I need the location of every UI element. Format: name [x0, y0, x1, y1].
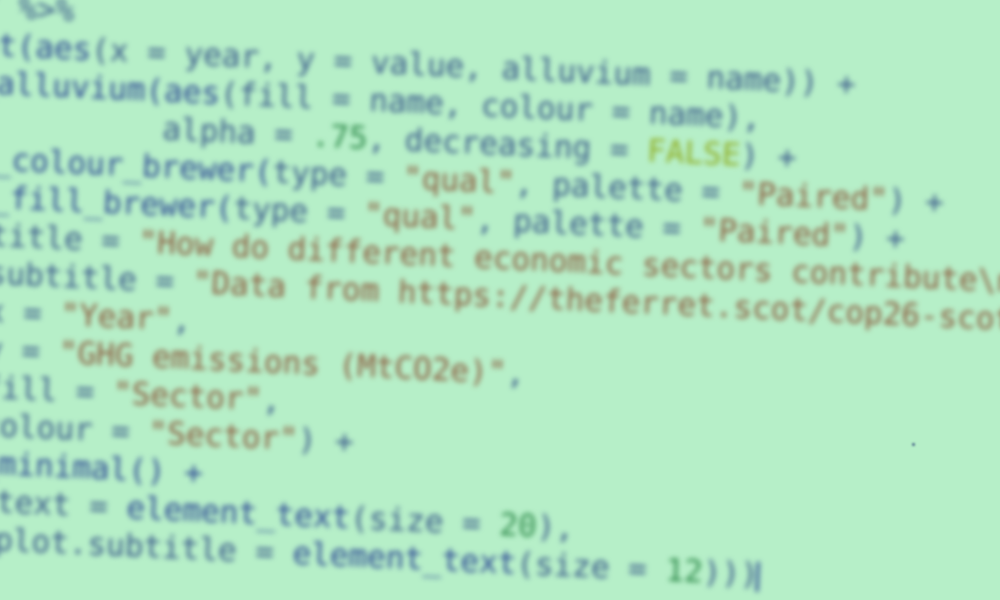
code-token: ) + [848, 218, 906, 258]
code-token: type = [232, 190, 365, 233]
code-token: (size = [349, 500, 501, 544]
code-token: element_text [291, 535, 518, 582]
code-token: _alluvium( [0, 64, 165, 110]
code-token: "qual" [363, 196, 477, 238]
code-token: "Paired" [698, 211, 850, 255]
stray-dot [912, 443, 915, 446]
code-token: , [261, 382, 282, 419]
code-token: aes [163, 73, 221, 112]
code-token: e(text = [0, 482, 109, 526]
code-token: "qual" [402, 160, 516, 202]
code-token: , [171, 301, 192, 339]
code-token: "Sector" [147, 415, 299, 458]
code-token: (title = [0, 216, 121, 260]
code-token: x = [0, 293, 43, 333]
code-token: ) + [739, 137, 798, 177]
code-token: "Year" [59, 296, 174, 338]
code-token: ))) [701, 554, 760, 593]
code-token: ot( [0, 26, 37, 66]
code-token: (size = [515, 545, 667, 589]
code-token: "Paired" [737, 175, 889, 219]
code-token: aes [34, 29, 93, 69]
code-token: ) + [296, 421, 355, 461]
code-editor[interactable]: / %>%ot(aes(x = year, y = value, alluviu… [0, 0, 1000, 600]
code-token: fill = [0, 369, 96, 411]
code-token: ), [535, 508, 575, 547]
code-token: ) + [887, 182, 945, 221]
code-token: type = [271, 154, 404, 197]
code-token: 12 [664, 552, 704, 591]
code-token: , [505, 355, 526, 393]
code-block[interactable]: / %>%ot(aes(x = year, y = value, alluviu… [0, 0, 1000, 600]
code-token: "Sector" [112, 375, 264, 419]
code-token: FALSE [646, 133, 742, 174]
text-cursor [754, 561, 760, 592]
code-token: y = [0, 331, 42, 370]
code-token: .75 [310, 118, 369, 157]
code-token: colour = [0, 407, 131, 451]
code-token: 20 [498, 507, 538, 545]
code-token: / %>% [0, 0, 76, 30]
